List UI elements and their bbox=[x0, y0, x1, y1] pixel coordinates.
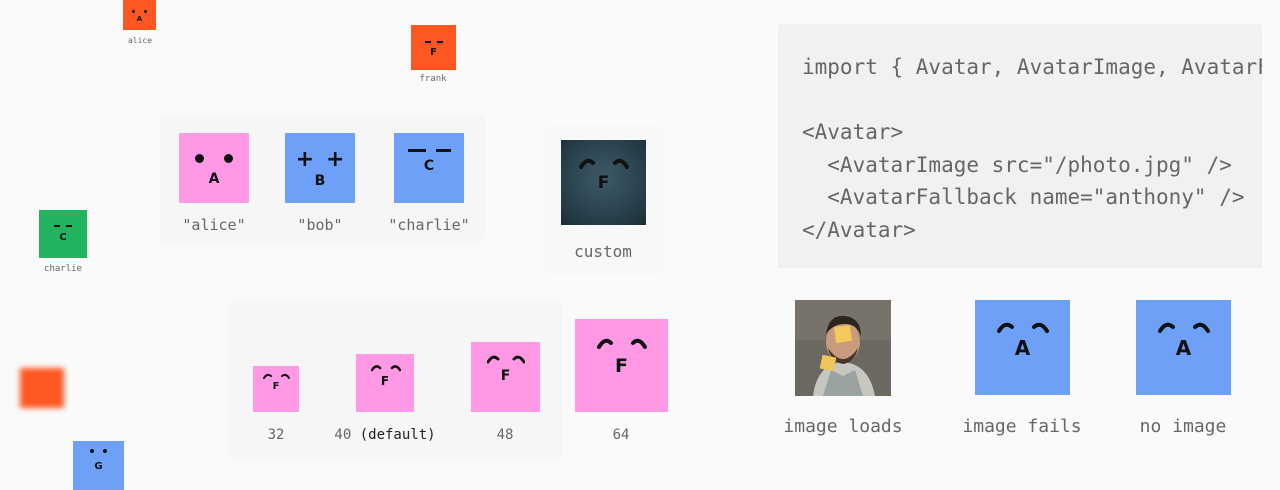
eyebrows-icon bbox=[997, 322, 1049, 333]
seed-label-alice: "alice" bbox=[182, 216, 246, 234]
avatar-photo bbox=[795, 300, 891, 396]
avatar-caption: alice bbox=[127, 36, 153, 45]
avatar-letter: G bbox=[94, 461, 103, 472]
avatar-letter: A bbox=[1014, 336, 1031, 360]
avatar-letter: F bbox=[597, 173, 610, 193]
avatar-size-32: F bbox=[253, 366, 299, 412]
avatar-alice: A bbox=[179, 133, 249, 203]
code-line: <AvatarImage src="/photo.jpg" /> bbox=[802, 152, 1232, 177]
size-label-40: 40 (default) bbox=[320, 427, 450, 443]
size-label-64: 64 bbox=[612, 427, 630, 443]
avatar-g-floating: G bbox=[73, 441, 124, 490]
avatar-image-fails: A bbox=[975, 300, 1070, 395]
eyebrows-icon bbox=[371, 365, 401, 372]
fallback-label-loads: image loads bbox=[783, 416, 903, 437]
avatar-letter: F bbox=[500, 368, 511, 384]
code-line: <Avatar> bbox=[802, 120, 904, 145]
code-line: <AvatarFallback name="anthony" /> bbox=[802, 185, 1245, 210]
eyebrows-icon bbox=[579, 158, 629, 169]
avatar-letter: A bbox=[136, 15, 143, 23]
avatar-letter: B bbox=[314, 173, 326, 189]
avatar-letter: C bbox=[423, 158, 435, 174]
person-photo-icon bbox=[795, 300, 891, 396]
avatar-size-64: F bbox=[575, 319, 668, 412]
avatar-charlie: C bbox=[394, 133, 464, 203]
avatar-charlie-floating: C bbox=[39, 210, 87, 258]
avatar-letter: A bbox=[1175, 336, 1192, 360]
code-line: import { Avatar, AvatarImage, AvatarFall… bbox=[802, 55, 1262, 79]
avatar-letter: F bbox=[430, 47, 437, 58]
seed-label-bob: "bob" bbox=[297, 216, 343, 234]
avatar-blurred-floating bbox=[20, 368, 64, 408]
avatar-letter: C bbox=[59, 232, 67, 243]
code-text: import { Avatar, AvatarImage, AvatarFall… bbox=[802, 51, 1262, 247]
avatar-size-40: F bbox=[356, 354, 414, 412]
avatar-caption: frank bbox=[419, 74, 447, 84]
avatar-frank-floating: F bbox=[411, 25, 456, 70]
size-label-32: 32 bbox=[267, 427, 285, 443]
size-label-48: 48 bbox=[496, 427, 514, 443]
code-block: import { Avatar, AvatarImage, AvatarFall… bbox=[778, 24, 1262, 268]
eyebrows-icon bbox=[1158, 322, 1210, 333]
eyebrows-icon bbox=[487, 355, 525, 364]
eyebrows-icon bbox=[597, 338, 647, 349]
avatar-letter: F bbox=[615, 355, 628, 377]
fallback-label-fails: image fails bbox=[962, 416, 1082, 437]
avatar-size-48: F bbox=[471, 342, 540, 412]
avatar-bob: + + B bbox=[285, 133, 355, 203]
avatar-caption: charlie bbox=[44, 264, 82, 274]
avatar-letter: F bbox=[380, 374, 390, 388]
avatar-custom: F bbox=[561, 140, 646, 225]
avatar-alice-floating: A bbox=[123, 0, 156, 30]
fallback-label-no-image: no image bbox=[1139, 416, 1227, 437]
size-label-default: (default) bbox=[359, 427, 436, 443]
eyebrows-icon bbox=[263, 373, 290, 379]
avatar-no-image: A bbox=[1136, 300, 1231, 395]
avatar-letter: A bbox=[208, 171, 220, 187]
seed-label-charlie: "charlie" bbox=[388, 216, 470, 234]
code-line: </Avatar> bbox=[802, 217, 916, 242]
avatar-letter: F bbox=[272, 381, 280, 392]
custom-label: custom bbox=[574, 242, 632, 261]
size-label-40-value: 40 bbox=[334, 427, 352, 443]
